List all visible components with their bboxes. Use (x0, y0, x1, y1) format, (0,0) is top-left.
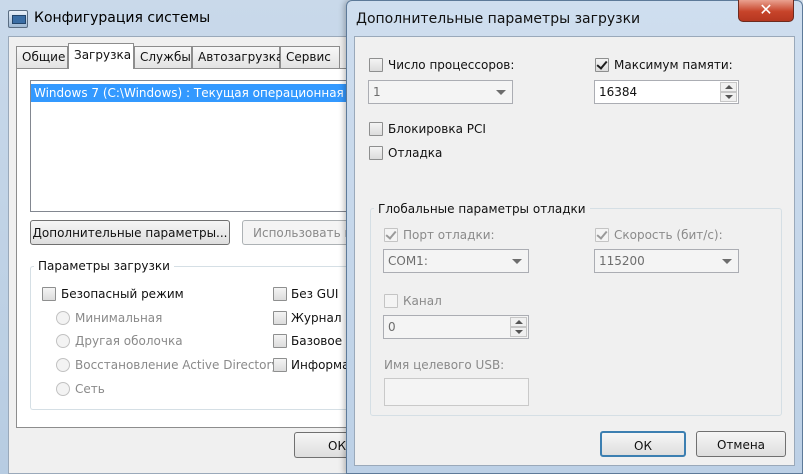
channel-input[interactable]: 0 (383, 315, 529, 339)
max-memory-label: Максимум памяти: (614, 58, 733, 72)
spin-up-icon[interactable] (510, 317, 527, 327)
radio-alternate-shell[interactable] (56, 334, 70, 348)
chevron-down-icon (722, 259, 732, 264)
channel-checkbox[interactable] (384, 294, 398, 308)
debug-port-select[interactable]: COM1: (383, 249, 529, 273)
radio-ad-repair-label: Восстановление Active Directory (75, 358, 279, 372)
debug-port-checkbox[interactable] (384, 228, 398, 242)
baud-rate-select[interactable]: 115200 (594, 249, 739, 273)
boot-log-label: Журнал загрузки (291, 311, 349, 325)
system-config-title: Конфигурация системы (34, 10, 211, 26)
radio-alternate-shell-label: Другая оболочка (75, 334, 183, 348)
spin-up-icon[interactable] (720, 82, 737, 92)
max-memory-input[interactable]: 16384 (594, 80, 739, 104)
radio-ad-repair[interactable] (56, 358, 70, 372)
no-gui-label: Без GUI (291, 287, 339, 301)
cancel-button[interactable]: Отмена (696, 431, 786, 457)
radio-network[interactable] (56, 382, 70, 396)
boot-options-label: Параметры загрузки (34, 259, 174, 273)
base-video-checkbox[interactable] (273, 334, 287, 348)
msconfig-app-icon (8, 10, 28, 28)
max-memory-value: 16384 (599, 85, 638, 99)
tab-boot[interactable]: Загрузка (68, 43, 134, 69)
debug-port-value: COM1: (388, 254, 428, 268)
spin-down-icon[interactable] (510, 327, 527, 337)
tab-tools[interactable]: Сервис (280, 46, 340, 68)
num-processors-checkbox[interactable] (369, 58, 383, 72)
boot-entry-windows7[interactable]: Windows 7 (C:\Windows) : Текущая операци… (31, 84, 360, 102)
radio-minimal-label: Минимальная (75, 311, 163, 325)
close-icon[interactable]: ✕ (738, 0, 794, 22)
channel-value: 0 (388, 320, 396, 334)
channel-label: Канал (403, 294, 442, 308)
ok-button[interactable]: ОК (600, 431, 686, 457)
tab-services[interactable]: Службы (134, 46, 192, 68)
radio-minimal[interactable] (56, 311, 70, 325)
baud-rate-checkbox[interactable] (595, 228, 609, 242)
baud-rate-value: 115200 (599, 254, 645, 268)
pci-lock-label: Блокировка PCI (388, 122, 486, 136)
os-info-label: Информация об ОС (291, 358, 349, 372)
debug-port-label: Порт отладки: (403, 228, 495, 242)
no-gui-checkbox[interactable] (273, 287, 287, 301)
spin-down-icon[interactable] (720, 92, 737, 102)
dialog-title: Дополнительные параметры загрузки (356, 11, 641, 27)
advanced-options-button[interactable]: Дополнительные параметры... (30, 220, 230, 245)
chevron-down-icon (512, 259, 522, 264)
base-video-label: Базовое видео (291, 334, 349, 348)
tab-general[interactable]: Общие (16, 46, 68, 68)
tab-startup[interactable]: Автозагрузка (192, 46, 283, 68)
safe-mode-checkbox[interactable] (42, 287, 56, 301)
max-memory-checkbox[interactable] (595, 58, 609, 72)
os-info-checkbox[interactable] (273, 358, 287, 372)
chevron-down-icon (496, 90, 506, 95)
usb-target-input[interactable] (384, 378, 529, 406)
usb-target-label: Имя целевого USB: (384, 358, 505, 372)
global-debug-group-label: Глобальные параметры отладки (374, 202, 590, 216)
debug-label: Отладка (388, 146, 443, 160)
pci-lock-checkbox[interactable] (369, 122, 383, 136)
num-processors-label: Число процессоров: (388, 58, 515, 72)
num-processors-select[interactable]: 1 (368, 80, 513, 104)
boot-log-checkbox[interactable] (273, 311, 287, 325)
set-default-button[interactable]: Использовать по умолчанию (242, 220, 360, 245)
num-processors-value: 1 (373, 85, 381, 99)
baud-rate-label: Скорость (бит/с): (614, 228, 723, 242)
radio-network-label: Сеть (75, 382, 105, 396)
debug-checkbox[interactable] (369, 146, 383, 160)
safe-mode-label: Безопасный режим (61, 287, 184, 301)
